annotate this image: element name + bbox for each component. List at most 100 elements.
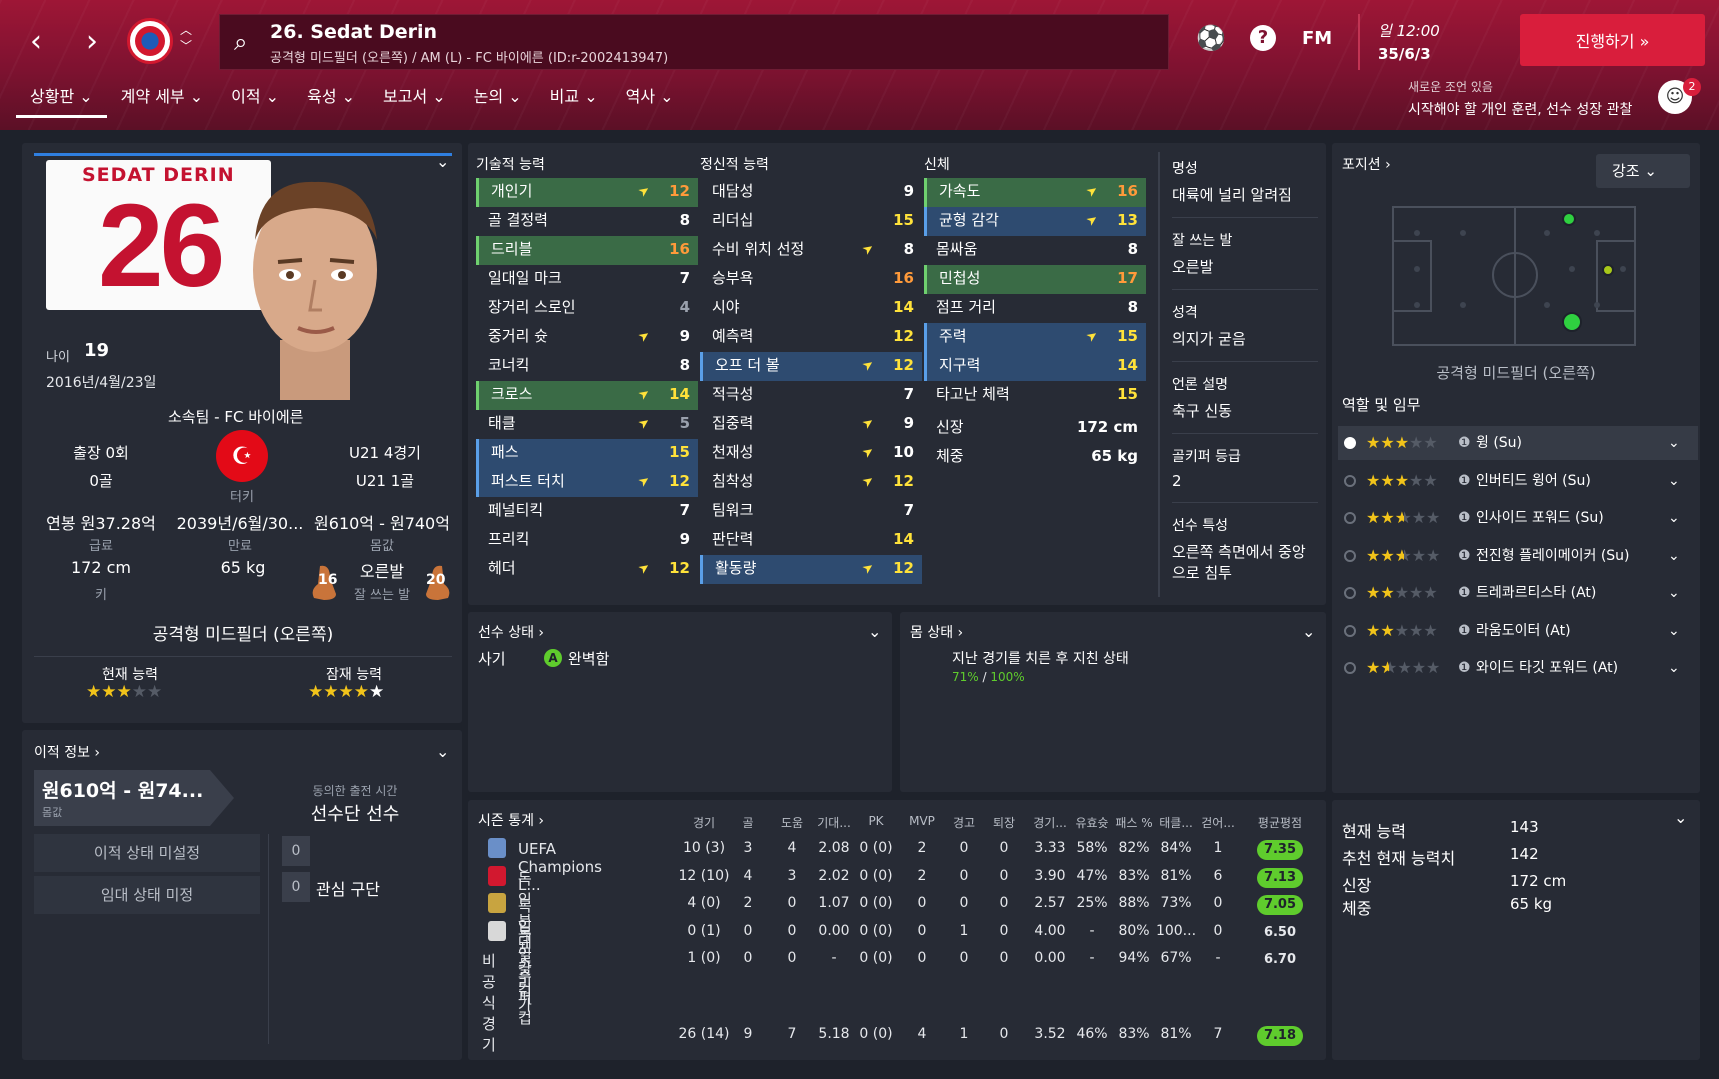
role-row[interactable]: ★★★★★ ❶ 인버티드 윙어 (Su) ⌄ <box>1338 464 1698 498</box>
advice-box[interactable]: 새로운 조언 있음 시작해야 할 개인 훈련, 선수 성장 관찰 <box>1408 78 1668 119</box>
attribute-row[interactable]: 균형 감각 ➤ 13 <box>924 207 1146 236</box>
attribute-row[interactable]: 개인기 ➤ 12 <box>476 178 698 207</box>
info-icon[interactable]: ❶ <box>1458 614 1471 648</box>
info-icon[interactable]: ❶ <box>1458 651 1471 685</box>
attribute-row[interactable]: 태클 ➤ 5 <box>476 410 698 439</box>
attribute-row[interactable]: 퍼스트 터치 ➤ 12 <box>476 468 698 497</box>
attribute-row[interactable]: 팀워크 7 <box>700 497 922 526</box>
forward-arrow-icon[interactable]: › <box>72 22 112 62</box>
role-radio[interactable] <box>1344 474 1356 487</box>
attribute-row[interactable]: 페널티킥 7 <box>476 497 698 526</box>
transfer-status-box[interactable]: 이적 상태 미설정 <box>34 834 260 872</box>
role-radio[interactable] <box>1344 624 1356 637</box>
tab-reports[interactable]: 보고서 ⌄ <box>369 84 460 118</box>
stats-column-header[interactable]: 경기... <box>1026 814 1074 831</box>
role-radio[interactable] <box>1344 512 1356 524</box>
stats-column-header[interactable]: 걷어... <box>1194 814 1242 831</box>
info-icon[interactable]: ❶ <box>1458 539 1471 573</box>
role-radio[interactable] <box>1344 549 1356 562</box>
player-title-box[interactable]: ⌕ 26. Sedat Derin 공격형 미드필더 (오른쪽) / AM (L… <box>219 14 1169 70</box>
chevron-down-icon[interactable]: ⌄ <box>1668 614 1680 648</box>
highlight-dropdown[interactable]: 강조 ⌄ <box>1596 154 1690 188</box>
attribute-row[interactable]: 침착성 ➤ 12 <box>700 468 922 497</box>
loan-status-box[interactable]: 임대 상태 미정 <box>34 876 260 914</box>
attribute-row[interactable]: 예측력 12 <box>700 323 922 352</box>
role-row[interactable]: ★★★★★★ ❶ 전진형 플레이메이커 (Su) ⌄ <box>1338 539 1698 573</box>
attribute-row[interactable]: 주력 ➤ 15 <box>924 323 1146 352</box>
info-icon[interactable]: ❶ <box>1458 576 1471 610</box>
attribute-row[interactable]: 오프 더 볼 ➤ 12 <box>700 352 922 381</box>
chevron-down-icon[interactable]: ⌄ <box>1668 501 1680 535</box>
continue-button[interactable]: 진행하기 » <box>1520 14 1705 66</box>
tab-development[interactable]: 육성 ⌄ <box>293 84 369 118</box>
attribute-row[interactable]: 일대일 마크 7 <box>476 265 698 294</box>
attribute-row[interactable]: 크로스 ➤ 14 <box>476 381 698 410</box>
season-stats-title[interactable]: 시즌 통계 › <box>478 810 544 830</box>
player-status-chevron-icon[interactable]: ⌄ <box>868 622 881 641</box>
tab-compare[interactable]: 비교 ⌄ <box>536 84 612 118</box>
attribute-row[interactable]: 리더십 15 <box>700 207 922 236</box>
tab-discuss[interactable]: 논의 ⌄ <box>460 84 536 118</box>
attribute-row[interactable]: 대담성 9 <box>700 178 922 207</box>
position-title[interactable]: 포지션 › <box>1342 154 1391 174</box>
chevron-down-icon[interactable]: ⌄ <box>1668 651 1680 685</box>
chevron-down-icon[interactable]: ⌄ <box>1668 576 1680 610</box>
attribute-row[interactable]: 패스 15 <box>476 439 698 468</box>
role-radio[interactable] <box>1344 662 1356 674</box>
transfer-chevron-icon[interactable]: ⌄ <box>436 742 449 761</box>
attribute-row[interactable]: 천재성 ➤ 10 <box>700 439 922 468</box>
attribute-row[interactable]: 활동량 ➤ 12 <box>700 555 922 584</box>
ball-icon[interactable]: ⚽ <box>1196 24 1226 52</box>
attribute-row[interactable]: 드리블 16 <box>476 236 698 265</box>
club-badge[interactable] <box>127 18 173 64</box>
attribute-row[interactable]: 가속도 ➤ 16 <box>924 178 1146 207</box>
info-icon[interactable]: ❶ <box>1458 464 1471 498</box>
attribute-row[interactable]: 지구력 14 <box>924 352 1146 381</box>
chevron-down-icon[interactable]: ⌄ <box>1668 426 1680 460</box>
attribute-row[interactable]: 헤더 ➤ 12 <box>476 555 698 584</box>
attribute-row[interactable]: 장거리 스로인 4 <box>476 294 698 323</box>
attribute-row[interactable]: 적극성 7 <box>700 381 922 410</box>
fitness-chevron-icon[interactable]: ⌄ <box>1302 622 1315 641</box>
role-row[interactable]: ★★★★★★ ❶ 인사이드 포워드 (Su) ⌄ <box>1338 501 1698 535</box>
help-icon[interactable]: ? <box>1250 25 1276 51</box>
stats-column-header[interactable]: PK <box>852 814 900 828</box>
tab-transfer[interactable]: 이적 ⌄ <box>217 84 293 118</box>
attribute-row[interactable]: 코너킥 8 <box>476 352 698 381</box>
role-row[interactable]: ★★★★★ ❶ 트레콰르티스타 (At) ⌄ <box>1338 576 1698 610</box>
role-radio[interactable] <box>1344 587 1356 599</box>
club-label[interactable]: 소속팀 - FC 바이에른 <box>168 406 303 427</box>
search-icon[interactable]: ⌕ <box>234 28 247 56</box>
back-arrow-icon[interactable]: ‹ <box>16 22 56 62</box>
stats-column-header[interactable]: 평균평점 <box>1256 814 1304 831</box>
role-row[interactable]: ★★★★★★ ❶ 와이드 타깃 포워드 (At) ⌄ <box>1338 651 1698 685</box>
fitness-title[interactable]: 몸 상태 › <box>910 622 963 642</box>
up-down-chevrons-icon[interactable]: ︿ ﹀ <box>180 22 192 54</box>
stats-column-header[interactable]: MVP <box>898 814 946 828</box>
transfer-title[interactable]: 이적 정보 › <box>34 742 100 762</box>
stats-column-header[interactable]: 태클... <box>1152 814 1200 831</box>
turkey-flag-icon[interactable]: ☪ <box>216 430 268 482</box>
role-radio[interactable] <box>1344 437 1356 449</box>
attribute-row[interactable]: 수비 위치 선정 ➤ 8 <box>700 236 922 265</box>
chevron-down-icon[interactable]: ⌄ <box>1668 464 1680 498</box>
attribute-row[interactable]: 중거리 슛 ➤ 9 <box>476 323 698 352</box>
stats-column-header[interactable]: 패스 % <box>1110 814 1158 831</box>
fm-menu-button[interactable]: FM <box>1302 28 1332 49</box>
attribute-row[interactable]: 몸싸움 8 <box>924 236 1146 265</box>
stats-column-header[interactable]: 골 <box>724 814 772 831</box>
info-icon[interactable]: ❶ <box>1458 426 1471 460</box>
stats-column-header[interactable]: 기대... <box>810 814 858 831</box>
competition-name[interactable]: 독일 수퍼컵 <box>518 923 532 1028</box>
info-icon[interactable]: ❶ <box>1458 501 1471 535</box>
attribute-row[interactable]: 민첩성 17 <box>924 265 1146 294</box>
stats-column-header[interactable]: 퇴장 <box>980 814 1028 831</box>
role-row[interactable]: ★★★★★ ❶ 라움도이터 (At) ⌄ <box>1338 614 1698 648</box>
attribute-row[interactable]: 타고난 체력 15 <box>924 381 1146 410</box>
competition-name[interactable]: 비공식 경기 <box>482 950 496 1055</box>
attribute-row[interactable]: 시야 14 <box>700 294 922 323</box>
tab-overview[interactable]: 상황판 ⌄ <box>16 84 107 118</box>
attribute-row[interactable]: 점프 거리 8 <box>924 294 1146 323</box>
role-row[interactable]: ★★★★★ ❶ 윙 (Su) ⌄ <box>1338 426 1698 460</box>
info-item[interactable]: 선수 특성 오른쪽 측면에서 중앙으로 침투 <box>1172 515 1318 583</box>
